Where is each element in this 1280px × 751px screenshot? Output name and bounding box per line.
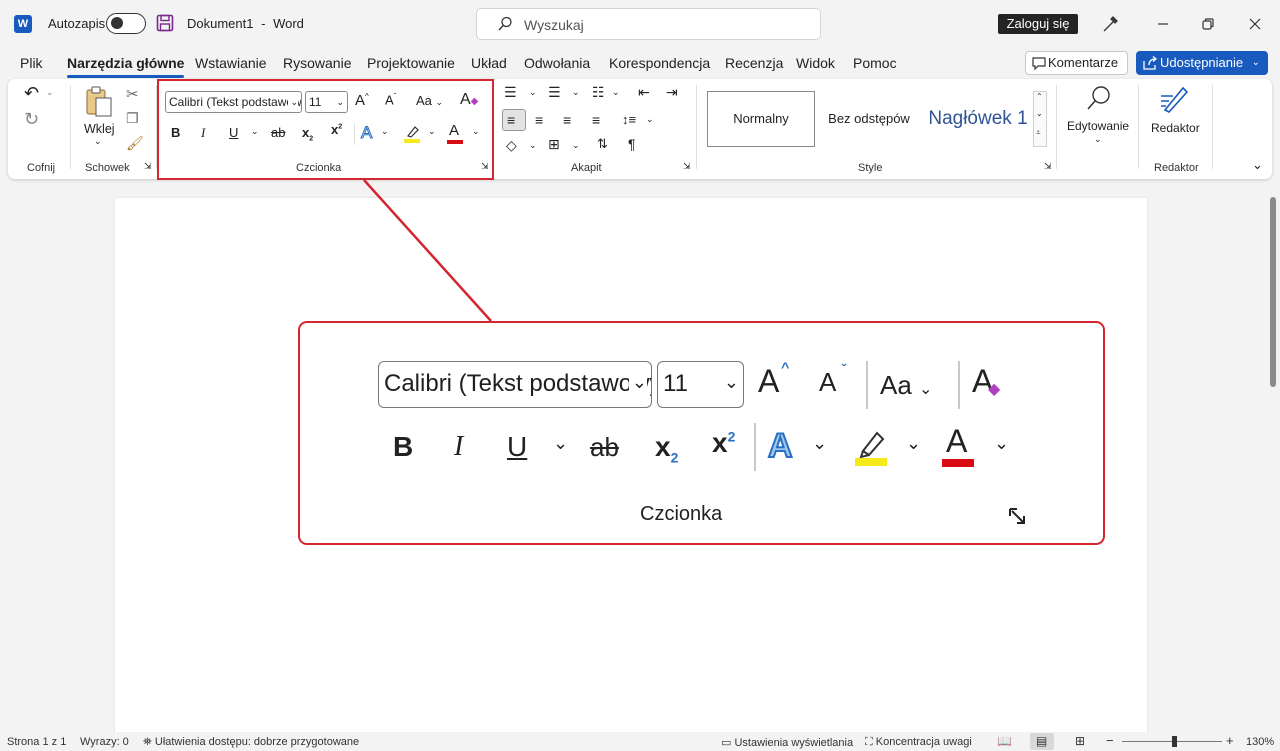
callout-italic-button[interactable]: I bbox=[454, 431, 463, 463]
callout-underline-button[interactable]: U bbox=[507, 431, 527, 463]
display-settings-icon: ▭ bbox=[721, 737, 732, 749]
callout-text-effects-chevron-icon[interactable]: ⌄ bbox=[812, 433, 827, 454]
callout-change-case-button[interactable]: Aa ⌄ bbox=[880, 370, 932, 401]
callout-text-effects-icon[interactable]: A bbox=[767, 426, 794, 466]
separator bbox=[958, 361, 960, 409]
callout-font-name-dropdown[interactable]: Calibri (Tekst podstawowy) ⌄ bbox=[378, 361, 652, 408]
web-layout-icon[interactable]: ⊞ bbox=[1075, 734, 1085, 748]
accessibility-status[interactable]: ⛯ Ułatwienia dostępu: dobrze przygotowan… bbox=[143, 736, 359, 749]
callout-font-size-value: 11 bbox=[663, 370, 688, 397]
font-group-callout: Calibri (Tekst podstawowy) ⌄ 11 ⌄ A ^ Aˇ … bbox=[298, 321, 1105, 545]
zoom-level[interactable]: 130% bbox=[1246, 736, 1274, 748]
callout-grow-font-icon[interactable]: A ^ bbox=[758, 359, 789, 400]
callout-font-color-chevron-icon[interactable]: ⌄ bbox=[994, 433, 1009, 454]
chevron-down-icon: ⌄ bbox=[723, 372, 739, 392]
zoom-slider-thumb[interactable] bbox=[1172, 736, 1177, 747]
focus-icon: ⛶ bbox=[865, 736, 873, 748]
status-bar: Strona 1 z 1 Wyrazy: 0 ⛯ Ułatwienia dost… bbox=[0, 732, 1280, 751]
callout-superscript-button[interactable]: x2 bbox=[712, 427, 735, 459]
callout-font-color-icon[interactable]: A bbox=[942, 423, 974, 467]
separator bbox=[866, 361, 868, 409]
read-mode-icon[interactable]: 📖 bbox=[997, 734, 1012, 748]
callout-shrink-font-icon[interactable]: Aˇ bbox=[819, 361, 846, 398]
focus-mode[interactable]: ⛶ Koncentracja uwagi bbox=[865, 736, 972, 749]
callout-underline-chevron-icon[interactable]: ⌄ bbox=[553, 433, 568, 454]
callout-highlight-icon[interactable] bbox=[853, 427, 889, 467]
callout-bold-button[interactable]: B bbox=[393, 431, 413, 463]
display-settings[interactable]: ▭ Ustawienia wyświetlania bbox=[721, 736, 853, 749]
chevron-down-icon: ⌄ bbox=[628, 362, 647, 404]
accessibility-icon: ⛯ bbox=[143, 736, 152, 748]
callout-strikethrough-button[interactable]: ab bbox=[590, 432, 619, 463]
callout-highlight-chevron-icon[interactable]: ⌄ bbox=[906, 433, 921, 454]
callout-font-size-dropdown[interactable]: 11 ⌄ bbox=[657, 361, 744, 408]
callout-clear-formatting-icon[interactable]: A ◆ bbox=[972, 363, 1000, 400]
page-info[interactable]: Strona 1 z 1 bbox=[7, 736, 66, 748]
print-layout-icon: ▤ bbox=[1036, 734, 1048, 748]
callout-launcher-icon[interactable] bbox=[1008, 507, 1028, 527]
callout-group-label: Czcionka bbox=[640, 503, 723, 525]
word-count[interactable]: Wyrazy: 0 bbox=[80, 736, 129, 748]
separator bbox=[754, 423, 756, 471]
zoom-in-icon[interactable]: + bbox=[1226, 733, 1234, 748]
callout-font-name-value: Calibri (Tekst podstawowy) bbox=[384, 370, 652, 397]
callout-subscript-button[interactable]: x2 bbox=[655, 431, 678, 466]
zoom-out-icon[interactable]: − bbox=[1106, 733, 1114, 748]
